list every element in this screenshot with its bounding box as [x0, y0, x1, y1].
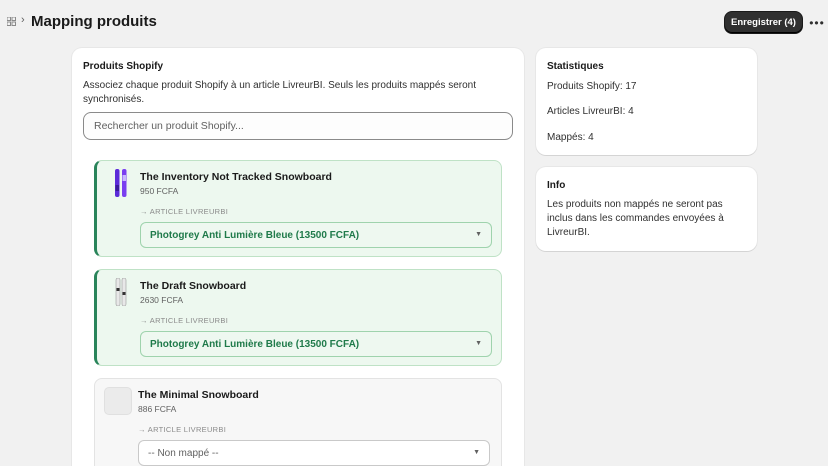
app-icon[interactable] — [6, 16, 16, 26]
products-card-title: Produits Shopify — [83, 61, 163, 72]
product-price: 2630 FCFA — [140, 295, 183, 305]
article-select-value: Photogrey Anti Lumière Bleue (13500 FCFA… — [150, 338, 360, 350]
search-input[interactable] — [83, 112, 513, 140]
top-bar: › Mapping produits Enregistrer (4) ••• — [0, 0, 828, 44]
article-select-value: Photogrey Anti Lumière Bleue (13500 FCFA… — [150, 229, 360, 241]
breadcrumb-chevron-icon: › — [21, 14, 25, 26]
chevron-down-icon: ▼ — [475, 231, 482, 238]
info-text-line1: Les produits non mappés ne seront pas — [547, 199, 723, 210]
product-price: 886 FCFA — [138, 404, 177, 414]
product-price: 950 FCFA — [140, 186, 179, 196]
stat-shopify-products: Produits Shopify: 17 — [547, 81, 637, 92]
stat-mapped: Mappés: 4 — [547, 132, 594, 143]
product-thumbnail — [107, 278, 135, 306]
product-thumbnail — [107, 169, 135, 197]
statistics-title: Statistiques — [547, 61, 604, 72]
product-item: The Minimal Snowboard 886 FCFA → ARTICLE… — [94, 378, 502, 466]
product-name: The Minimal Snowboard — [138, 389, 259, 401]
article-label: → ARTICLE LIVREURBI — [140, 207, 229, 216]
product-item: The Inventory Not Tracked Snowboard 950 … — [94, 160, 502, 257]
article-select-value: -- Non mappé -- — [148, 447, 219, 459]
product-name: The Inventory Not Tracked Snowboard — [140, 171, 332, 183]
article-select[interactable]: Photogrey Anti Lumière Bleue (13500 FCFA… — [140, 331, 492, 357]
chevron-down-icon: ▼ — [475, 340, 482, 347]
page-title: Mapping produits — [31, 13, 157, 30]
product-name: The Draft Snowboard — [140, 280, 247, 292]
statistics-card: Statistiques Produits Shopify: 17 Articl… — [536, 48, 757, 155]
info-title: Info — [547, 180, 566, 191]
info-card: Info Les produits non mappés ne seront p… — [536, 167, 757, 251]
chevron-down-icon: ▼ — [473, 449, 480, 456]
article-label: → ARTICLE LIVREURBI — [140, 316, 229, 325]
info-text-line3: LivreurBI. — [547, 227, 590, 238]
more-actions-icon[interactable]: ••• — [808, 14, 826, 32]
products-description: Associez chaque produit Shopify à un art… — [83, 80, 476, 91]
article-select[interactable]: -- Non mappé -- ▼ — [138, 440, 490, 466]
article-label: → ARTICLE LIVREURBI — [138, 425, 227, 434]
product-thumbnail-placeholder — [104, 387, 132, 415]
save-button[interactable]: Enregistrer (4) — [725, 12, 802, 33]
info-text-line2: inclus dans les commandes envoyées à — [547, 213, 724, 224]
products-card: Produits Shopify Associez chaque produit… — [72, 48, 524, 466]
stat-livreurbi-articles: Articles LivreurBI: 4 — [547, 106, 634, 117]
article-select[interactable]: Photogrey Anti Lumière Bleue (13500 FCFA… — [140, 222, 492, 248]
products-description-cont: synchronisés. — [83, 94, 145, 105]
product-item: The Draft Snowboard 2630 FCFA → ARTICLE … — [94, 269, 502, 366]
